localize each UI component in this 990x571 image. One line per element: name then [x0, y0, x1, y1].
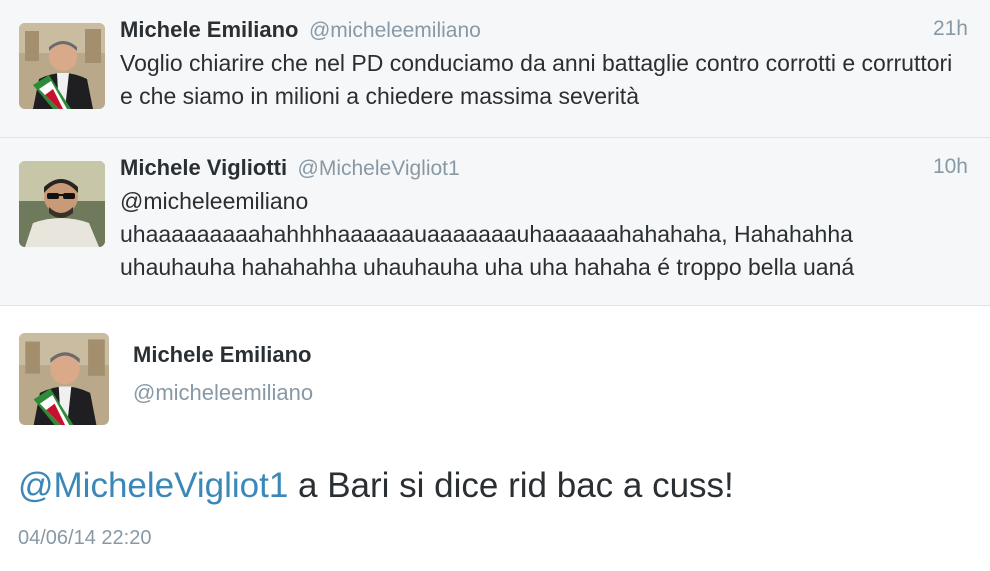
author-handle[interactable]: @micheleemiliano [309, 19, 481, 42]
tweet-date: 04/06/14 22:20 [18, 527, 152, 549]
avatar[interactable] [19, 161, 105, 247]
mention-link[interactable]: @micheleemiliano [120, 185, 960, 218]
author-name[interactable]: Michele Emiliano [120, 17, 299, 42]
tweet-text: @MicheleVigliot1 a Bari si dice rid bac … [18, 466, 734, 506]
author-name[interactable]: Michele Emiliano [133, 342, 312, 367]
tweet-time: 10h [932, 155, 968, 178]
author-block: Michele Emiliano @micheleemiliano [133, 342, 313, 406]
tweet-header: Michele Vigliotti @MicheleVigliot1 10h [120, 155, 968, 185]
mention-link[interactable]: @MicheleVigliot1 [18, 466, 288, 505]
tweet-row[interactable]: Michele Emiliano @micheleemiliano 21h Vo… [0, 0, 990, 138]
avatar[interactable] [19, 333, 109, 425]
author-handle[interactable]: @MicheleVigliot1 [298, 157, 460, 180]
tweet-screen: Michele Emiliano @micheleemiliano 21h Vo… [0, 0, 990, 571]
author-handle[interactable]: @micheleemiliano [133, 380, 313, 406]
tweet-text-line: uhauhauha hahahahha uhauhauha uha uha ha… [120, 254, 855, 280]
avatar[interactable] [19, 23, 105, 109]
tweet-text-content: a Bari si dice rid bac a cuss! [288, 466, 734, 505]
tweet-text-line: uhaaaaaaaaahahhhhaaaaaauaaaaaaauhaaaaaah… [120, 221, 853, 247]
author-name[interactable]: Michele Vigliotti [120, 155, 287, 180]
tweet-detail: Michele Emiliano @micheleemiliano @Miche… [0, 306, 990, 571]
tweet-text: Voglio chiarire che nel PD conduciamo da… [120, 50, 953, 109]
tweet-header: Michele Emiliano @micheleemiliano 21h [120, 17, 968, 47]
tweet-row[interactable]: Michele Vigliotti @MicheleVigliot1 10h @… [0, 138, 990, 306]
tweet-text: @micheleemiliano uhaaaaaaaaahahhhhaaaaaa… [120, 185, 960, 284]
tweet-time: 21h [932, 17, 968, 40]
